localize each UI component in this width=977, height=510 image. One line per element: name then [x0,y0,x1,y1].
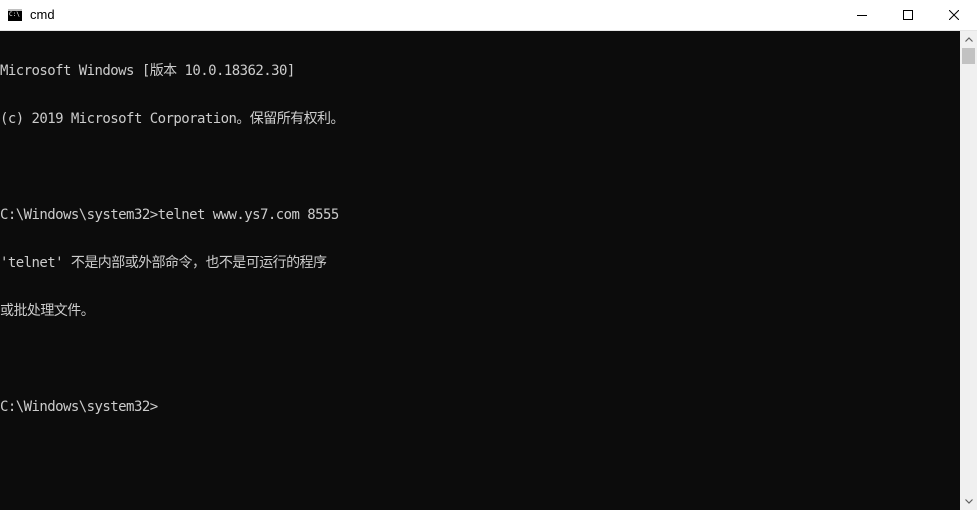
minimize-icon [857,15,867,16]
scroll-down-arrow-icon [964,499,973,504]
console-line-error: 'telnet' 不是内部或外部命令，也不是可运行的程序 [0,255,327,271]
scroll-down-button[interactable] [960,493,977,510]
minimize-button[interactable] [839,0,885,30]
close-button[interactable] [931,0,977,30]
console-line-version: Microsoft Windows [版本 10.0.18362.30] [0,63,295,79]
console-prompt[interactable]: C:\Windows\system32> [0,399,960,415]
window-title: cmd [30,7,55,22]
console-output[interactable]: Microsoft Windows [版本 10.0.18362.30] (c)… [0,31,960,510]
scroll-up-arrow-icon [964,37,973,42]
maximize-icon [903,10,913,20]
console-line-copyright: (c) 2019 Microsoft Corporation。保留所有权利。 [0,111,345,127]
scroll-up-button[interactable] [960,31,977,48]
title-bar[interactable]: cmd [0,0,977,31]
maximize-button[interactable] [885,0,931,30]
console-line-error-cont: 或批处理文件。 [0,303,95,319]
close-icon [949,10,959,20]
vertical-scrollbar[interactable] [960,31,977,510]
cmd-window: cmd Microsoft Windows [版本 10.0.18362.30]… [0,0,977,510]
cmd-console-icon [8,9,22,21]
scroll-thumb[interactable] [962,48,975,64]
console-line-command: C:\Windows\system32>telnet www.ys7.com 8… [0,207,339,223]
